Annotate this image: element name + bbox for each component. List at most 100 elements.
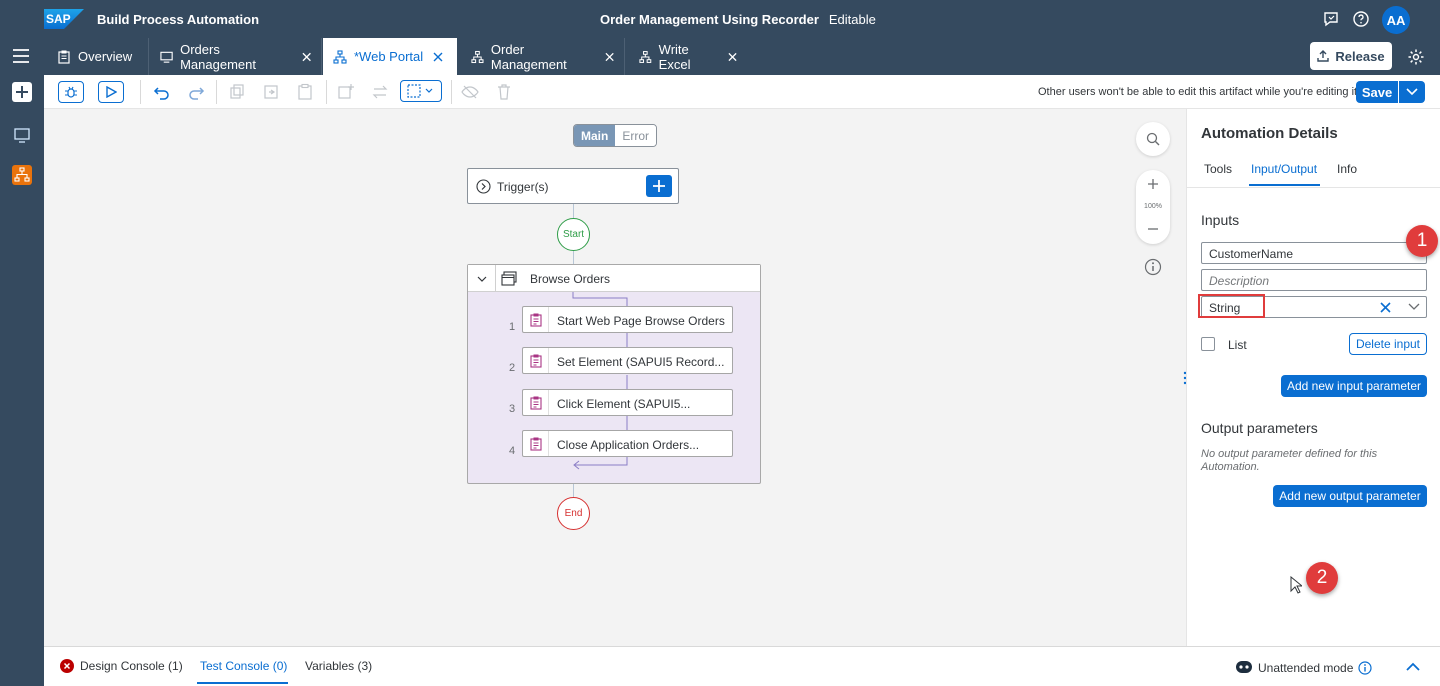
tab-write-excel[interactable]: Write Excel [629,38,747,75]
copy-icon[interactable] [228,83,246,101]
flow-segmented-control: Main Error [573,124,658,147]
step-label: Close Application Orders... [557,438,700,452]
info-icon[interactable] [1358,661,1372,675]
segment-main[interactable]: Main [574,125,616,146]
help-icon[interactable] [1352,10,1370,28]
plus-icon [653,180,665,192]
save-dropdown-button[interactable] [1399,81,1425,103]
group-header[interactable]: Browse Orders [468,265,760,292]
tab-input-output[interactable]: Input/Output [1251,162,1317,176]
header-divider [495,265,496,292]
tab-order-management[interactable]: Order Management [461,38,625,75]
svg-text:SAP: SAP [46,12,71,26]
list-label: List [1228,338,1247,352]
tab-label: Write Excel [658,41,691,72]
panel-title: Automation Details [1201,125,1338,142]
close-icon[interactable] [302,52,311,62]
connector-line [573,251,574,264]
end-node[interactable]: End [557,497,590,530]
automation-icon[interactable] [12,165,32,185]
browse-orders-group[interactable]: Browse Orders 1 Start Web Page Browse Or… [467,264,761,484]
add-output-parameter-button[interactable]: Add new output parameter [1273,485,1427,507]
automation-icon [333,49,347,64]
tab-tools[interactable]: Tools [1204,162,1232,176]
start-node[interactable]: Start [557,218,590,251]
zoom-controls: 100% [1136,170,1170,244]
cut-icon[interactable] [262,83,280,101]
tab-label: *Web Portal [354,49,424,64]
tab-orders-management[interactable]: Orders Management [150,38,322,75]
tab-variables[interactable]: Variables (3) [305,659,372,673]
step-number: 3 [509,403,516,415]
tab-overview[interactable]: Overview [47,38,149,75]
clear-icon[interactable] [1380,302,1391,313]
paste-icon[interactable] [296,83,314,101]
add-trigger-button[interactable] [646,175,672,197]
step-click-element[interactable]: Click Element (SAPUI5... [522,389,733,416]
close-icon[interactable] [433,52,443,62]
zoom-out-icon[interactable] [1147,223,1159,235]
close-icon[interactable] [728,52,737,62]
gear-icon[interactable] [1407,48,1425,66]
add-icon[interactable] [12,82,32,102]
trigger-node[interactable]: Trigger(s) [467,168,679,204]
upload-icon [1317,50,1330,62]
step-close-application[interactable]: Close Application Orders... [522,430,733,457]
activity-icon [529,313,542,327]
add-input-parameter-button[interactable]: Add new input parameter [1281,375,1427,397]
zoom-in-icon[interactable] [1147,178,1159,190]
activity-icon [529,437,542,451]
delete-input-button[interactable]: Delete input [1349,333,1427,355]
chevron-down-icon [1406,88,1418,96]
step-start-web-page[interactable]: Start Web Page Browse Orders [522,306,733,333]
tab-design-console[interactable]: Design Console (1) [60,659,183,673]
hide-icon[interactable] [461,83,479,101]
menu-icon[interactable] [12,48,30,64]
step-number: 2 [509,362,516,374]
selection-icon [407,84,433,98]
step-set-element[interactable]: Set Element (SAPUI5 Record... [522,347,733,374]
search-icon [1146,132,1160,146]
description-field[interactable]: Description [1201,269,1427,291]
save-button[interactable]: Save [1356,81,1398,103]
avatar[interactable]: AA [1382,6,1410,34]
step-label: Click Element (SAPUI5... [557,397,691,411]
unattended-mode-label: Unattended mode [1258,661,1354,675]
debug-button[interactable] [58,81,84,103]
swap-icon[interactable] [371,83,389,101]
chevron-up-icon[interactable] [1406,662,1420,672]
feedback-icon[interactable] [1322,10,1340,28]
shell-bar: SAP Build Process Automation Order Manag… [0,0,1440,38]
monitor-icon[interactable] [12,125,32,145]
redo-icon[interactable] [187,83,205,101]
tab-web-portal[interactable]: *Web Portal [323,38,457,75]
output-parameters-heading: Output parameters [1201,420,1318,436]
design-console-label: Design Console (1) [80,659,183,673]
segment-error[interactable]: Error [615,125,657,146]
sap-logo[interactable]: SAP [44,9,84,29]
canvas-search-button[interactable] [1136,122,1170,156]
monitor-icon [160,51,173,63]
project-title: Order Management Using Recorder Editable [600,12,876,27]
release-button[interactable]: Release [1310,42,1392,70]
side-navigation [0,75,44,686]
info-icon[interactable] [1144,258,1162,276]
test-console-label: Test Console (0) [200,659,288,673]
automation-canvas[interactable]: Main Error Trigger(s) Start Browse Order… [44,109,1187,646]
zoom-level[interactable]: 100% [1138,203,1168,210]
delete-icon[interactable] [495,83,513,101]
undo-icon[interactable] [153,83,171,101]
tab-test-console[interactable]: Test Console (0) [200,659,287,673]
project-name: Order Management Using Recorder [600,12,819,27]
add-group-icon[interactable] [337,83,355,101]
selection-dropdown[interactable] [400,80,442,102]
chevron-down-icon[interactable] [476,273,488,285]
tab-label: Overview [78,49,133,64]
list-checkbox[interactable] [1201,337,1215,351]
test-button[interactable] [98,81,124,103]
close-icon[interactable] [605,52,614,62]
tab-info[interactable]: Info [1337,162,1357,176]
chevron-down-icon[interactable] [1408,303,1420,311]
input-name-field[interactable]: CustomerName [1201,242,1427,264]
toolbar-separator [140,80,141,104]
